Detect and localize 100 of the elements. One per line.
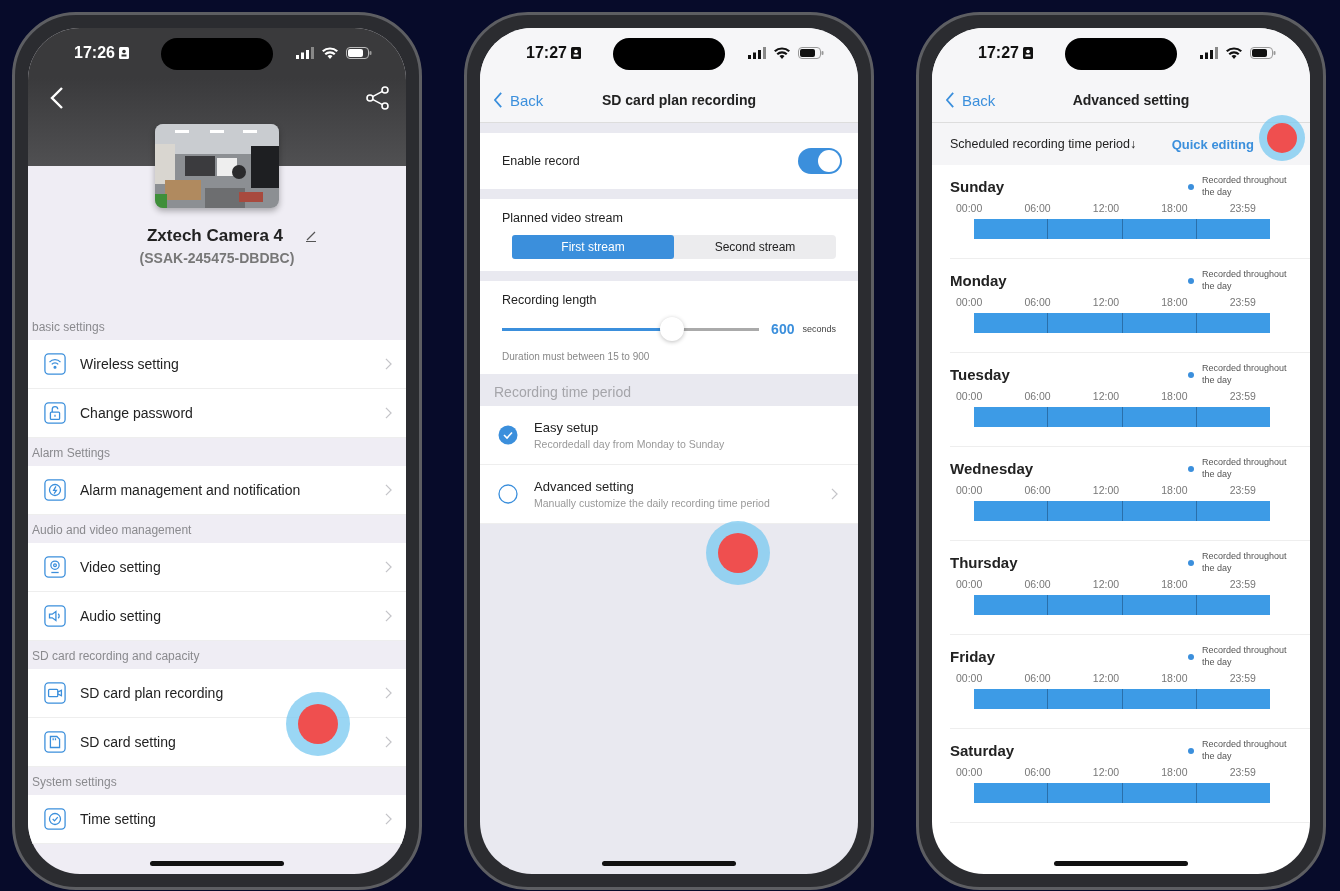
alarm-icon — [44, 479, 66, 501]
time-tick: 00:00 — [956, 766, 983, 779]
legend-dot — [1188, 559, 1194, 566]
id-card-icon — [570, 47, 581, 59]
section-header: System settings — [31, 774, 118, 791]
time-tick: 00:00 — [956, 202, 983, 215]
time-tick: 12:00 — [1092, 296, 1120, 309]
chevron-icon — [385, 561, 392, 573]
lock-icon — [44, 402, 66, 424]
webcam-icon — [44, 556, 66, 578]
time-tick: 12:00 — [1092, 202, 1120, 215]
option-row[interactable]: Easy setup Recordedall day from Monday to Sunday — [480, 406, 858, 465]
status-time: 17:27 — [978, 44, 1019, 62]
recording-timeline-bar[interactable] — [974, 219, 1270, 240]
settings-row[interactable]: Wireless setting — [28, 340, 406, 389]
time-tick: 23:59 — [1229, 202, 1256, 215]
time-tick: 06:00 — [1024, 390, 1051, 403]
signal-icon — [296, 47, 314, 59]
setting-label: Enable record — [502, 154, 580, 168]
chevron-icon — [946, 92, 955, 108]
time-tick: 00:00 — [956, 672, 983, 685]
legend-label: Recorded throughout the day — [1202, 739, 1288, 763]
legend-dot — [1188, 371, 1194, 378]
setting-label: Recording length — [502, 293, 598, 307]
section-header: basic settings — [31, 319, 106, 336]
settings-row[interactable]: Time setting — [28, 795, 406, 844]
back-icon[interactable] — [50, 86, 64, 110]
chevron-icon — [385, 358, 392, 370]
share-icon[interactable] — [366, 86, 390, 110]
chevron-icon — [831, 488, 838, 500]
legend-dot — [1188, 183, 1194, 190]
time-tick: 12:00 — [1092, 390, 1120, 403]
day-name: Friday — [950, 648, 996, 666]
device-id: (SSAK-245475-DBDBC) — [138, 250, 296, 266]
day-name: Thursday — [950, 554, 1019, 572]
settings-row[interactable]: Audio setting — [28, 592, 406, 641]
time-tick: 23:59 — [1229, 296, 1256, 309]
slider-value: 600 — [771, 321, 795, 337]
edit-icon[interactable] — [305, 230, 318, 242]
time-tick: 06:00 — [1024, 578, 1051, 591]
battery-icon — [346, 47, 372, 59]
recording-timeline-bar[interactable] — [974, 595, 1270, 616]
time-tick: 06:00 — [1024, 672, 1051, 685]
time-tick: 23:59 — [1229, 766, 1256, 779]
chevron-icon — [385, 484, 392, 496]
schedule-heading: Scheduled recording time period↓ — [950, 137, 1137, 151]
time-tick: 18:00 — [1161, 672, 1188, 685]
status-time: 17:26 — [74, 44, 115, 62]
id-card-icon — [118, 47, 129, 59]
video-camera-icon — [44, 682, 66, 704]
time-tick: 23:59 — [1229, 390, 1256, 403]
time-tick: 18:00 — [1161, 202, 1188, 215]
legend-dot — [1188, 653, 1194, 660]
legend-label: Recorded throughout the day — [1202, 645, 1288, 669]
time-tick: 23:59 — [1229, 484, 1256, 497]
settings-row[interactable]: Video setting — [28, 543, 406, 592]
segment-option[interactable]: Second stream — [674, 235, 836, 259]
settings-row[interactable]: Change password — [28, 389, 406, 438]
legend-label: Recorded throughout the day — [1202, 175, 1288, 199]
time-tick: 12:00 — [1092, 766, 1120, 779]
clock-icon — [44, 808, 66, 830]
status-time: 17:27 — [526, 44, 567, 62]
time-tick: 18:00 — [1161, 390, 1188, 403]
option-row[interactable]: Advanced setting Manually customize the daily recording time period — [480, 465, 858, 524]
slider-thumb[interactable] — [659, 316, 684, 341]
time-tick: 18:00 — [1161, 484, 1188, 497]
time-tick: 00:00 — [956, 296, 983, 309]
time-tick: 06:00 — [1024, 766, 1051, 779]
legend-label: Recorded throughout the day — [1202, 551, 1288, 575]
section-header: Alarm Settings — [31, 445, 112, 462]
radio-button[interactable] — [498, 425, 518, 445]
recording-timeline-bar[interactable] — [974, 313, 1270, 334]
time-tick: 00:00 — [956, 484, 983, 497]
chevron-icon — [385, 407, 392, 419]
signal-icon — [748, 47, 766, 59]
recording-timeline-bar[interactable] — [974, 783, 1270, 804]
setting-label: Planned video stream — [502, 211, 624, 225]
time-tick: 18:00 — [1161, 578, 1188, 591]
settings-row[interactable]: Alarm management and notification — [28, 466, 406, 515]
chevron-icon — [385, 610, 392, 622]
legend-label: Recorded throughout the day — [1202, 457, 1288, 481]
time-tick: 12:00 — [1092, 672, 1120, 685]
day-name: Saturday — [950, 742, 1016, 760]
time-tick: 00:00 — [956, 390, 983, 403]
legend-dot — [1188, 465, 1194, 472]
legend-label: Recorded throughout the day — [1202, 269, 1288, 293]
recording-timeline-bar[interactable] — [974, 501, 1270, 522]
signal-icon — [1200, 47, 1218, 59]
section-header: Audio and video management — [31, 522, 193, 539]
hint-text: Duration must between 15 to 900 — [502, 351, 651, 362]
recording-timeline-bar[interactable] — [974, 407, 1270, 428]
day-name: Monday — [950, 272, 1008, 290]
time-tick: 23:59 — [1229, 672, 1256, 685]
day-name: Tuesday — [950, 366, 1011, 384]
wifi-icon — [322, 47, 338, 59]
wifi-icon — [44, 353, 66, 375]
unit-label: seconds — [802, 324, 836, 334]
recording-timeline-bar[interactable] — [974, 689, 1270, 710]
toggle-switch[interactable] — [798, 148, 842, 174]
radio-button[interactable] — [498, 484, 518, 504]
